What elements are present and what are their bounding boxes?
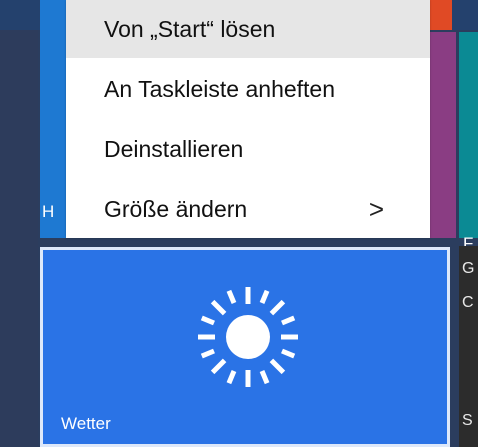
tile-context-menu: Von „Start“ lösen An Taskleiste anheften… [66,0,430,238]
tile-orange-partial[interactable] [430,0,452,30]
start-menu-tiles-area: H F G C S Wetter Von „Start“ lösen An Ta… [0,0,478,447]
tile-right-dark-glyph: S [462,412,473,429]
tile-purple-partial[interactable] [430,32,456,238]
tile-left-partial[interactable]: H [40,0,66,238]
tile-right-dark-partial[interactable]: G C S [459,246,478,447]
weather-tile[interactable]: Wetter [40,247,450,447]
tile-teal-partial[interactable]: F [459,32,478,253]
menu-item-label: An Taskleiste anheften [104,76,336,102]
menu-item-label: Deinstallieren [104,136,244,162]
tile-right-dark-glyph: G [462,260,475,277]
sun-icon [198,287,298,387]
menu-item-uninstall[interactable]: Deinstallieren [66,120,430,178]
chevron-right-icon: > [368,194,384,224]
menu-item-label: Größe ändern [104,196,248,222]
menu-item-unpin-from-start[interactable]: Von „Start“ lösen [66,0,430,58]
menu-item-label: Von „Start“ lösen [104,16,276,42]
start-menu-left-strip [0,0,38,447]
menu-item-resize[interactable]: Größe ändern > [66,180,430,238]
tile-right-dark-glyph: C [462,294,474,311]
tile-left-partial-label: H [42,202,55,221]
weather-tile-label: Wetter [61,414,111,433]
menu-item-pin-to-taskbar[interactable]: An Taskleiste anheften [66,60,430,118]
